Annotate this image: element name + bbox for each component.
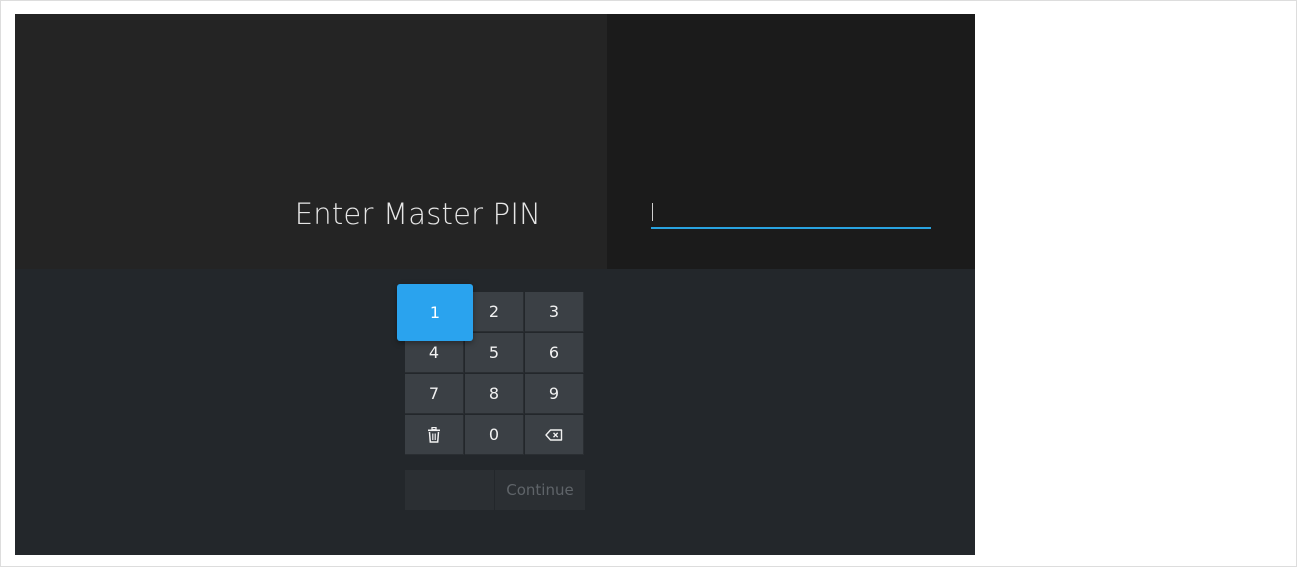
key-3[interactable]: 3: [525, 292, 584, 332]
browser-frame: Enter Master PIN 2 3 4 5 6 7 8 9 0 1 Con…: [0, 0, 1297, 567]
pin-underline: [651, 227, 931, 229]
key-2[interactable]: 2: [465, 292, 524, 332]
backspace-icon: [545, 428, 563, 441]
pin-input[interactable]: [651, 199, 931, 229]
clear-button[interactable]: [405, 415, 464, 455]
key-7[interactable]: 7: [405, 374, 464, 414]
trash-icon: [427, 426, 441, 443]
key-8[interactable]: 8: [465, 374, 524, 414]
key-5[interactable]: 5: [465, 333, 524, 373]
key-label: 2: [488, 302, 500, 321]
key-label: 6: [548, 343, 560, 362]
key-label: 8: [488, 384, 500, 403]
key-label: 3: [548, 302, 560, 321]
key-label: 4: [428, 343, 440, 362]
backspace-button[interactable]: [525, 415, 584, 455]
pin-entry-screen: Enter Master PIN 2 3 4 5 6 7 8 9 0 1 Con…: [15, 14, 975, 555]
continue-button[interactable]: Continue: [495, 470, 585, 510]
key-label: 0: [488, 425, 500, 444]
key-label: 7: [428, 384, 440, 403]
key-1[interactable]: 1: [397, 284, 473, 341]
key-label: 9: [548, 384, 560, 403]
key-9[interactable]: 9: [525, 374, 584, 414]
title-panel: Enter Master PIN: [15, 14, 607, 269]
key-label: 1: [429, 303, 441, 322]
text-cursor: [652, 203, 653, 221]
page-title: Enter Master PIN: [294, 197, 541, 231]
key-label: 5: [488, 343, 500, 362]
blank-action-button[interactable]: [405, 470, 494, 510]
pin-input-panel: [607, 14, 975, 269]
key-6[interactable]: 6: [525, 333, 584, 373]
key-0[interactable]: 0: [465, 415, 524, 455]
continue-label: Continue: [506, 481, 574, 499]
